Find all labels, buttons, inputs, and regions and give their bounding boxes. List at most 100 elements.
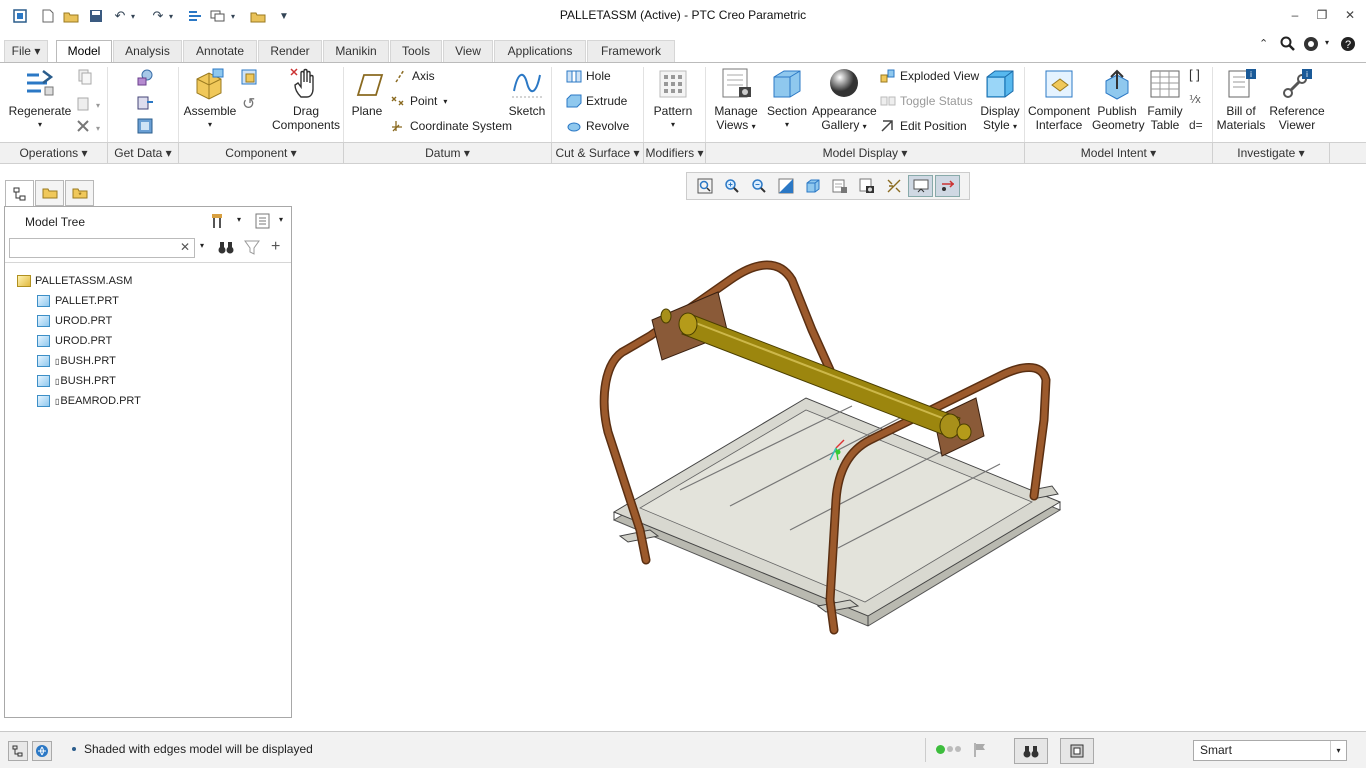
selection-mode-button[interactable] (1060, 738, 1094, 764)
tree-item-part[interactable]: ▯ BEAMROD.PRT (37, 391, 141, 411)
clear-search-icon[interactable]: ✕ (180, 240, 190, 254)
tab-view[interactable]: View (443, 40, 493, 62)
tree-item-part[interactable]: PALLET.PRT (37, 291, 119, 311)
find-button[interactable] (1014, 738, 1048, 764)
group-operations[interactable]: Operations ▾ (0, 143, 108, 164)
component-interface-button[interactable]: Component Interface (1028, 67, 1090, 132)
tab-file[interactable]: File ▾ (4, 40, 48, 62)
relations-icon[interactable]: [ ] (1189, 67, 1200, 82)
selection-filter-select[interactable]: Smart ▾ (1193, 740, 1347, 761)
tab-manikin[interactable]: Manikin (323, 40, 389, 62)
parameters-icon[interactable]: d= (1189, 118, 1203, 132)
tab-tools[interactable]: Tools (390, 40, 442, 62)
tab-applications[interactable]: Applications (494, 40, 586, 62)
tab-framework[interactable]: Framework (587, 40, 675, 62)
folder-browser-tab[interactable] (35, 180, 64, 206)
repaint-icon[interactable] (773, 175, 798, 197)
view-manager-icon[interactable] (827, 175, 852, 197)
3d-model-view[interactable] (580, 250, 1070, 645)
tab-render[interactable]: Render (258, 40, 322, 62)
family-table-button[interactable]: Family Table (1146, 67, 1184, 132)
spin-center-icon[interactable] (908, 175, 933, 197)
manage-views-button[interactable]: Manage Views ▾ (710, 67, 762, 134)
datum-display-icon[interactable] (881, 175, 906, 197)
search-icon[interactable] (1280, 36, 1296, 55)
tree-item-assembly[interactable]: PALLETASSM.ASM (17, 271, 132, 291)
user-defined-feature-icon[interactable] (136, 69, 154, 90)
flag-icon[interactable] (973, 742, 987, 761)
group-get-data[interactable]: Get Data ▾ (108, 143, 179, 164)
copy-icon[interactable] (76, 69, 92, 88)
refit-icon[interactable] (692, 175, 717, 197)
tree-item-part[interactable]: ▯ BUSH.PRT (37, 371, 116, 391)
reference-viewer-button[interactable]: i Reference Viewer (1268, 67, 1326, 132)
toggle-status-button[interactable]: Toggle Status (880, 92, 973, 110)
hole-button[interactable]: Hole (566, 67, 611, 85)
copy-geometry-icon[interactable] (136, 94, 154, 115)
filter-icon[interactable] (244, 240, 260, 258)
tree-settings-icon[interactable] (211, 212, 233, 233)
group-model-display[interactable]: Model Display ▾ (706, 143, 1025, 164)
restore-icon[interactable]: ❐ (1312, 8, 1332, 24)
extrude-button[interactable]: Extrude (566, 92, 627, 110)
close-icon[interactable]: ✕ (1340, 8, 1360, 24)
minimize-icon[interactable]: – (1285, 8, 1305, 24)
hole-icon (566, 69, 582, 83)
search-options-dropdown-icon[interactable]: ▾ (200, 241, 204, 250)
tree-item-part[interactable]: UROD.PRT (37, 311, 112, 331)
exploded-view-button[interactable]: Exploded View (880, 67, 979, 85)
drag-components-button[interactable]: Drag Components (272, 67, 340, 132)
display-style-button[interactable]: Display Style ▾ (978, 67, 1022, 134)
minimize-ribbon-icon[interactable]: ⌃ (1259, 37, 1268, 50)
zoom-out-icon[interactable] (746, 175, 771, 197)
axis-button[interactable]: Axis (392, 67, 435, 85)
publish-geometry-button[interactable]: Publish Geometry (1092, 67, 1145, 132)
community-icon[interactable] (1303, 36, 1321, 55)
group-cut-surface[interactable]: Cut & Surface ▾ (552, 143, 644, 164)
assemble-button[interactable]: Assemble ▾ (182, 67, 238, 132)
tree-item-part[interactable]: UROD.PRT (37, 331, 112, 351)
toggle-navigator-icon[interactable] (8, 741, 28, 761)
switch-dimensions-icon[interactable]: ⅟x (1189, 93, 1201, 106)
pattern-button[interactable]: Pattern ▾ (650, 67, 696, 132)
group-modifiers[interactable]: Modifiers ▾ (644, 143, 706, 164)
appearance-gallery-button[interactable]: Appearance Gallery ▾ (812, 67, 877, 134)
zoom-in-icon[interactable] (719, 175, 744, 197)
revolve-button[interactable]: Revolve (566, 117, 629, 135)
repeat-icon[interactable]: ↺ (242, 94, 255, 114)
community-dropdown-icon[interactable]: ▾ (1325, 38, 1329, 47)
tree-item-part[interactable]: ▯ BUSH.PRT (37, 351, 116, 371)
add-icon[interactable]: + (271, 238, 280, 256)
bill-of-materials-button[interactable]: i Bill of Materials (1216, 67, 1266, 132)
tab-annotate[interactable]: Annotate (183, 40, 257, 62)
delete-icon[interactable]: ▾ (76, 119, 104, 138)
section-button[interactable]: Section ▾ (766, 67, 808, 132)
group-datum[interactable]: Datum ▾ (344, 143, 552, 164)
tab-analysis[interactable]: Analysis (113, 40, 182, 62)
show-columns-icon[interactable] (255, 213, 271, 232)
group-component[interactable]: Component ▾ (179, 143, 344, 164)
paste-icon[interactable]: ▾ (76, 96, 104, 115)
help-icon[interactable]: ? (1340, 36, 1356, 55)
toggle-browser-icon[interactable] (32, 741, 52, 761)
tree-settings-dropdown-icon[interactable]: ▾ (237, 215, 241, 224)
edit-position-button[interactable]: Edit Position (880, 117, 967, 135)
group-investigate[interactable]: Investigate ▾ (1213, 143, 1330, 164)
sketch-button[interactable]: Sketch (506, 67, 548, 118)
regenerate-button[interactable]: Regenerate ▾ (8, 67, 72, 132)
point-button[interactable]: Point ▾ (390, 92, 447, 110)
plane-button[interactable]: Plane (347, 67, 387, 118)
show-dropdown-icon[interactable]: ▾ (279, 215, 283, 224)
coordinate-system-button[interactable]: Coordinate System (390, 117, 512, 135)
tab-model[interactable]: Model (56, 40, 112, 63)
saved-orientations-icon[interactable] (800, 175, 825, 197)
group-model-intent[interactable]: Model Intent ▾ (1025, 143, 1213, 164)
model-tree-tab[interactable] (5, 180, 34, 206)
capture-view-icon[interactable] (854, 175, 879, 197)
create-component-icon[interactable] (240, 68, 258, 89)
tree-search-input[interactable]: ✕ (9, 238, 195, 258)
shrinkwrap-icon[interactable] (136, 117, 154, 138)
annotation-display-icon[interactable] (935, 175, 960, 197)
find-binoculars-icon[interactable] (218, 240, 234, 258)
favorites-tab[interactable]: * (65, 180, 94, 206)
